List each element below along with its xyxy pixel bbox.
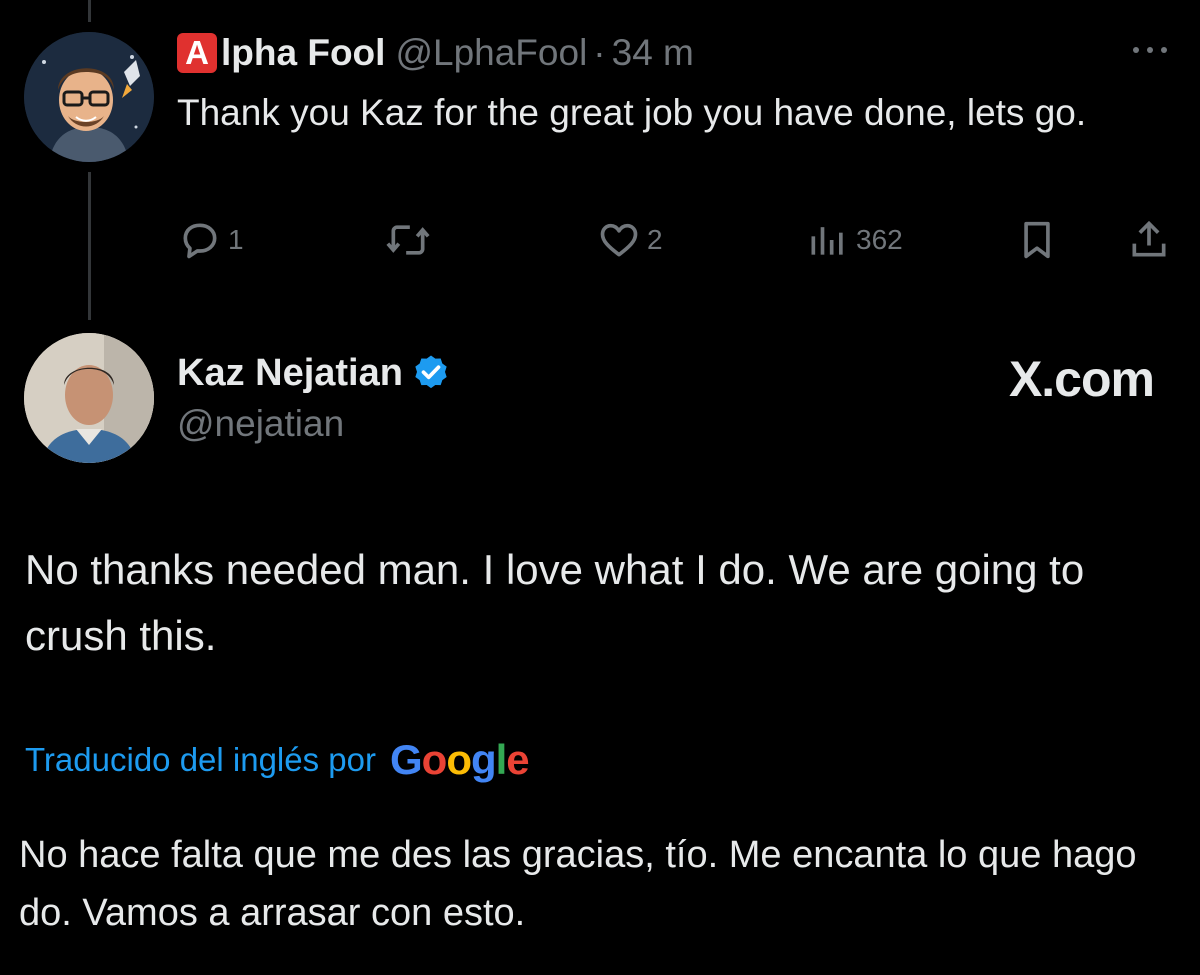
verified-badge-icon [415, 355, 447, 389]
heart-icon [600, 223, 638, 257]
translation-attribution[interactable]: Traducido del inglés por Google [25, 730, 530, 790]
google-letter: G [389, 736, 423, 783]
x-com-watermark: X.com [1008, 351, 1155, 407]
tweet2-author-handle[interactable]: @nejatian [177, 403, 344, 445]
google-letter: e [506, 736, 529, 783]
tweet1-author-name[interactable]: lpha Fool [221, 32, 385, 74]
thread-connector-top [88, 0, 91, 22]
tweet1-timestamp[interactable]: 34 m [612, 32, 694, 74]
translated-label: Traducido del inglés por [25, 741, 376, 778]
google-letter: l [495, 736, 508, 783]
reply-button[interactable]: 1 [178, 212, 244, 268]
like-count: 2 [647, 224, 663, 255]
profile-photo-image [24, 333, 154, 463]
retweet-button[interactable] [384, 212, 432, 268]
google-letter: o [446, 736, 472, 783]
reply-icon [183, 223, 217, 259]
tweet1-action-bar: 1 2 362 [170, 212, 1170, 268]
bookmark-icon [1024, 221, 1050, 259]
header-separator: · [593, 32, 606, 73]
tweet2-text: No thanks needed man. I love what I do. … [25, 546, 1085, 659]
google-letter: o [421, 736, 448, 783]
like-button[interactable]: 2 [597, 212, 663, 268]
views-chart-icon [811, 227, 843, 255]
tweet1-author-handle[interactable]: @LphaFool [395, 32, 587, 74]
tweet1-header: A lpha Fool @LphaFool · 34 m [177, 28, 694, 78]
tweet2-header: Kaz Nejatian [177, 346, 451, 400]
reply-count: 1 [228, 224, 244, 255]
cartoon-avatar-image [24, 32, 154, 162]
retweet-icon [386, 225, 430, 255]
avatar-alpha-fool[interactable] [24, 32, 154, 162]
letter-a-emoji-icon: A [177, 33, 217, 73]
google-letter: g [470, 736, 497, 783]
tweet1-text: Thank you Kaz for the great job you have… [177, 92, 1087, 133]
views-button[interactable]: 362 [806, 212, 903, 268]
google-logo: Google [389, 736, 530, 784]
view-count: 362 [856, 224, 903, 255]
translated-text: No hace falta que me des las gracias, tí… [19, 834, 1137, 934]
share-button[interactable] [1127, 212, 1171, 268]
share-icon [1132, 220, 1166, 257]
tweet2-author-name[interactable]: Kaz Nejatian [177, 352, 403, 395]
avatar-kaz-nejatian[interactable] [24, 333, 154, 463]
more-options-icon[interactable] [1128, 38, 1172, 62]
bookmark-button[interactable] [1017, 212, 1057, 268]
thread-connector [88, 172, 91, 320]
